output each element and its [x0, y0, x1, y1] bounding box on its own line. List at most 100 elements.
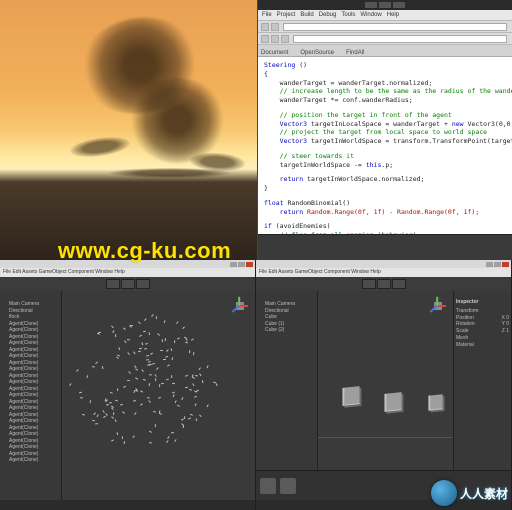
flock-agent — [183, 425, 185, 428]
flock-agent — [82, 414, 85, 416]
inspector-panel[interactable]: InspectorTransformPositionX 0RotationY 0… — [453, 291, 511, 470]
flock-agent — [148, 333, 150, 336]
flock-agent — [193, 395, 196, 397]
orientation-gizmo[interactable] — [229, 295, 251, 317]
scene-cube[interactable] — [342, 386, 359, 406]
maximize-button[interactable] — [379, 2, 391, 8]
menu-project[interactable]: Project — [277, 12, 296, 18]
flock-agent — [161, 339, 163, 342]
flock-agent — [174, 439, 177, 442]
unity-titlebar-right[interactable] — [256, 260, 511, 268]
flock-agent — [139, 347, 142, 349]
flock-agent — [93, 412, 96, 415]
menu-debug[interactable]: Debug — [319, 12, 337, 18]
close-button[interactable] — [393, 2, 405, 8]
flock-agent — [166, 364, 169, 367]
unity-menubar[interactable]: File Edit Assets GameObject Component Wi… — [256, 268, 511, 277]
flock-agent — [195, 403, 198, 406]
unity-toolbar — [256, 277, 511, 291]
flock-agent — [143, 330, 146, 332]
orientation-gizmo[interactable] — [427, 295, 449, 317]
flock-agent — [156, 316, 157, 319]
minimize-button[interactable] — [230, 262, 237, 267]
code-area[interactable]: Steering () { wanderTarget = wanderTarge… — [258, 57, 512, 234]
play-button[interactable] — [362, 279, 376, 289]
hierarchy-panel[interactable]: Main CameraDirectionalCubeCube (1)Cube (… — [256, 291, 318, 470]
inspector-row[interactable]: Mesh — [456, 335, 509, 342]
step-button[interactable] — [392, 279, 406, 289]
flock-agent — [133, 400, 136, 402]
step-button[interactable] — [136, 279, 150, 289]
unity-titlebar-left[interactable] — [0, 260, 255, 268]
scene-view[interactable] — [62, 291, 255, 500]
inspector-row[interactable]: ScaleZ 1 — [456, 328, 509, 335]
search-field[interactable] — [293, 35, 507, 43]
tab-open[interactable]: OpenSource — [300, 50, 334, 56]
flock-agent — [116, 388, 118, 391]
scene-view[interactable] — [318, 291, 453, 470]
flock-agent — [140, 404, 143, 407]
flock-agent — [148, 374, 151, 375]
scene-cube[interactable] — [428, 394, 442, 410]
flock-agent — [80, 397, 83, 398]
window-titlebar[interactable] — [258, 0, 512, 10]
open-file-button[interactable] — [271, 35, 279, 43]
flock-agent — [138, 321, 141, 324]
inspector-row[interactable]: Transform — [456, 308, 509, 315]
menu-file[interactable]: File — [262, 12, 272, 18]
flock-agent — [102, 410, 105, 413]
play-button[interactable] — [106, 279, 120, 289]
flock-agent — [118, 347, 120, 350]
project-panel[interactable] — [256, 470, 511, 500]
back-button[interactable] — [261, 23, 269, 31]
maximize-button[interactable] — [238, 262, 245, 267]
minimize-button[interactable] — [365, 2, 377, 8]
flock-agent — [163, 320, 165, 323]
menu-build[interactable]: Build — [300, 12, 313, 18]
flock-agent — [189, 413, 192, 415]
folder-icon[interactable] — [280, 478, 296, 494]
menu-window[interactable]: Window — [360, 12, 381, 18]
file-path-field[interactable] — [283, 23, 507, 31]
menu-help[interactable]: Help — [387, 12, 399, 18]
flock-agent — [196, 418, 198, 421]
menu-tools[interactable]: Tools — [341, 12, 355, 18]
tab-find[interactable]: FindAll — [346, 50, 364, 56]
inspector-row[interactable]: Material — [456, 342, 509, 349]
flock-agent — [132, 435, 135, 438]
hierarchy-item[interactable]: Cube (2) — [259, 327, 314, 334]
flock-agent — [114, 419, 116, 422]
inspector-row[interactable]: RotationY 0 — [456, 321, 509, 328]
new-file-button[interactable] — [261, 35, 269, 43]
unity-menubar[interactable]: File Edit Assets GameObject Component Wi… — [0, 268, 255, 277]
flock-agent — [120, 404, 123, 406]
flock-agent — [135, 377, 138, 380]
flock-agent — [111, 439, 114, 442]
flock-agent — [115, 400, 118, 402]
code-editor-window: File Project Build Debug Tools Window He… — [258, 0, 512, 260]
flock-agent — [111, 325, 114, 328]
scene-cube[interactable] — [384, 392, 401, 412]
flock-agent — [147, 396, 150, 398]
flock-agent — [166, 378, 169, 380]
save-button[interactable] — [281, 35, 289, 43]
minimize-button[interactable] — [486, 262, 493, 267]
forward-button[interactable] — [271, 23, 279, 31]
inspector-row[interactable]: PositionX 0 — [456, 315, 509, 322]
menu-bar[interactable]: File Project Build Debug Tools Window He… — [258, 10, 512, 21]
pause-button[interactable] — [377, 279, 391, 289]
flock-agent — [113, 413, 114, 416]
close-button[interactable] — [246, 262, 253, 267]
hierarchy-panel[interactable]: Main CameraDirectionalflockAgent(Clone)A… — [0, 291, 62, 500]
folder-icon[interactable] — [260, 478, 276, 494]
flock-agent — [149, 383, 151, 386]
hierarchy-item[interactable]: Agent(Clone) — [3, 457, 58, 464]
flock-agent — [122, 411, 125, 414]
close-button[interactable] — [502, 262, 509, 267]
pause-button[interactable] — [121, 279, 135, 289]
maximize-button[interactable] — [494, 262, 501, 267]
flock-agent — [168, 436, 171, 439]
tab-doc[interactable]: Document — [261, 50, 288, 56]
flock-agent — [166, 349, 169, 352]
flock-agent — [189, 389, 192, 391]
